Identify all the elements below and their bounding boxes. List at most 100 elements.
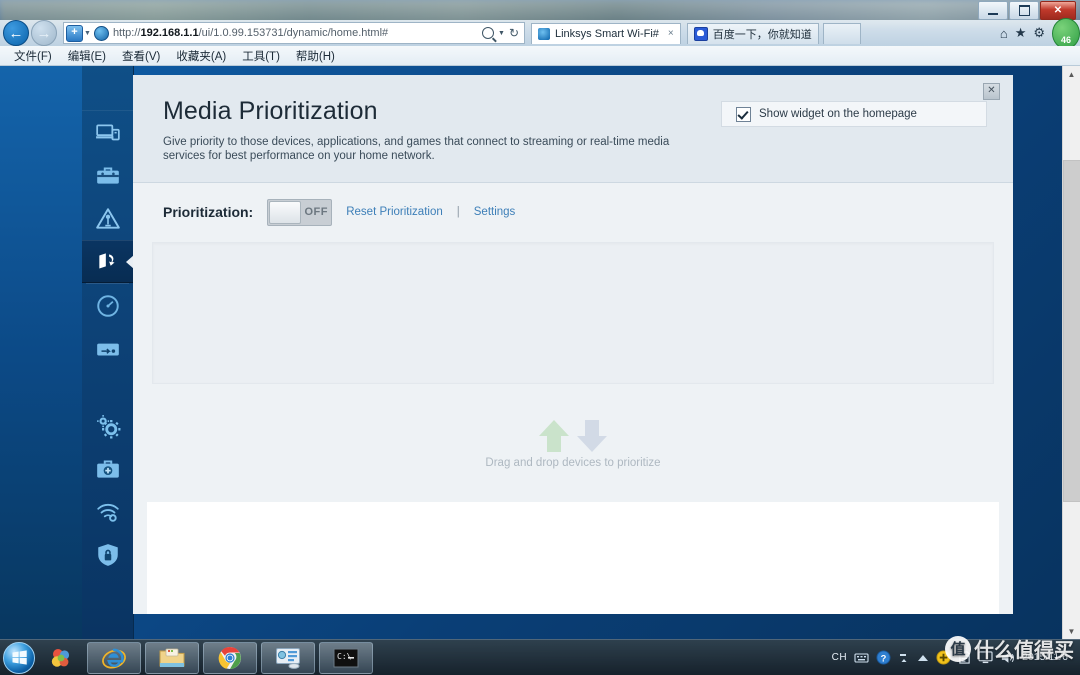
volume-icon[interactable]	[1000, 651, 1015, 665]
back-icon[interactable]: ←	[3, 20, 29, 46]
svg-text:?: ?	[881, 653, 887, 663]
reset-prioritization-link[interactable]: Reset Prioritization	[346, 206, 443, 218]
page-description: Give priority to those devices, applicat…	[163, 136, 670, 163]
new-tab-button[interactable]	[822, 22, 861, 44]
address-host: 192.168.1.1	[140, 27, 199, 39]
menu-tools[interactable]: 工具(T)	[242, 48, 280, 64]
linksys-favicon	[538, 27, 550, 40]
browser-toolbar-icons: ⌂ ★ ⚙ 46	[1000, 17, 1080, 49]
ime-indicator[interactable]: CH	[832, 652, 847, 663]
arrow-up-icon	[539, 419, 569, 452]
speedometer-icon	[96, 294, 119, 317]
sidebar-item-troubleshooting[interactable]	[82, 447, 133, 490]
menu-help[interactable]: 帮助(H)	[296, 48, 335, 64]
taskbar-item-internet-explorer[interactable]	[87, 641, 141, 674]
start-button[interactable]	[3, 641, 35, 674]
show-widget-checkbox[interactable]	[736, 106, 751, 122]
taskbar-clock[interactable]: 2015/11/6	[1022, 651, 1072, 664]
sidebar-item-speed-test[interactable]	[82, 284, 133, 327]
screen: ✕ ← → + ▼ http://192.168.1.1/ui/1.0.99.1…	[0, 0, 1080, 675]
address-path: /ui/1.0.99.153731/dynamic/home.html#	[198, 27, 389, 39]
browser-titlebar[interactable]: ✕	[0, 0, 1080, 20]
update-icon[interactable]	[936, 650, 951, 665]
refresh-icon[interactable]: ↻	[509, 26, 519, 40]
taskbar-item-control-panel[interactable]	[261, 641, 315, 674]
prioritization-toggle[interactable]: OFF	[267, 198, 333, 226]
network-icon[interactable]	[917, 653, 929, 663]
chevron-down-icon[interactable]: ▼	[84, 30, 91, 37]
forward-icon[interactable]: →	[31, 20, 57, 46]
tab-label: Linksys Smart Wi-Fi#	[555, 27, 659, 40]
keyboard-layout-icon[interactable]	[854, 652, 869, 664]
page-background	[0, 66, 82, 640]
tools-gear-icon[interactable]: ⚙	[1033, 25, 1045, 41]
baidu-favicon	[693, 26, 708, 41]
addon-badge[interactable]: 46	[1052, 17, 1080, 49]
sidebar-item-media-prioritization[interactable]	[82, 240, 134, 283]
close-icon[interactable]: ×	[668, 28, 674, 39]
settings-link[interactable]: Settings	[474, 206, 516, 218]
warning-triangle-icon	[95, 207, 120, 229]
sidebar-item-security[interactable]	[82, 533, 133, 576]
help-icon[interactable]: ?	[876, 650, 891, 665]
priority-dropzone[interactable]	[152, 241, 994, 384]
app-sidebar	[82, 66, 134, 640]
folder-icon	[159, 648, 185, 667]
link-separator: |	[456, 206, 460, 219]
sidebar-item-connectivity[interactable]	[82, 404, 133, 447]
svg-text:C:\: C:\	[337, 652, 352, 661]
command-prompt-icon: C:\	[333, 648, 359, 667]
tab-baidu[interactable]: 百度一下，你就知道	[686, 22, 819, 44]
address-scheme: http://	[112, 27, 141, 39]
arrow-down-icon	[577, 419, 607, 452]
gears-icon	[96, 414, 120, 438]
colorful-circles-icon	[51, 648, 70, 667]
address-input[interactable]: http://192.168.1.1/ui/1.0.99.153731/dyna…	[113, 27, 477, 39]
favorites-star-icon[interactable]: ★	[1015, 25, 1027, 41]
page-scrollbar[interactable]: ▲ ▼	[1062, 66, 1080, 640]
chevron-down-icon[interactable]: ▼	[498, 30, 505, 37]
sidebar-item-device-list[interactable]	[82, 111, 133, 154]
compatibility-view-icon[interactable]: +	[66, 24, 83, 42]
sidebar-item-wireless[interactable]	[82, 490, 133, 533]
close-icon[interactable]: ✕	[983, 83, 1000, 100]
show-hidden-icons-icon[interactable]	[898, 651, 910, 665]
menu-favorites[interactable]: 收藏夹(A)	[176, 48, 226, 64]
scrollbar-thumb[interactable]	[1063, 160, 1080, 502]
sidebar-item-external-storage[interactable]	[82, 327, 133, 370]
action-center-icon[interactable]	[958, 650, 971, 665]
sidebar-item-parental-controls[interactable]	[82, 154, 133, 197]
browser-menubar: 文件(F) 编辑(E) 查看(V) 收藏夹(A) 工具(T) 帮助(H)	[0, 46, 1080, 66]
address-bar-actions: ▼ ↻	[477, 26, 524, 40]
menu-edit[interactable]: 编辑(E)	[68, 48, 106, 64]
tab-linksys[interactable]: Linksys Smart Wi-Fi# ×	[531, 22, 681, 44]
menu-view[interactable]: 查看(V)	[122, 48, 160, 64]
address-bar[interactable]: + ▼ http://192.168.1.1/ui/1.0.99.153731/…	[63, 22, 525, 44]
display-icon[interactable]	[978, 651, 993, 664]
taskbar-item-command-prompt[interactable]: C:\	[319, 641, 373, 674]
sidebar-item-guest-access[interactable]	[82, 197, 133, 240]
scroll-up-button[interactable]: ▲	[1063, 66, 1080, 83]
show-widget-label: Show widget on the homepage	[759, 108, 917, 120]
page-viewport: ✕ Media Prioritization Give priority to …	[0, 66, 1063, 640]
taskbar-item-file-explorer[interactable]	[145, 641, 199, 674]
taskbar-item-chrome[interactable]	[203, 641, 257, 674]
prioritization-label: Prioritization:	[163, 204, 254, 221]
devices-panel	[147, 501, 999, 614]
browser-window: ✕ ← → + ▼ http://192.168.1.1/ui/1.0.99.1…	[0, 0, 1080, 640]
scroll-down-button[interactable]: ▼	[1063, 623, 1080, 640]
toolbox-icon	[96, 166, 119, 184]
home-icon[interactable]: ⌂	[1000, 26, 1008, 41]
control-panel-icon	[276, 647, 300, 669]
toggle-knob[interactable]	[269, 200, 302, 224]
menu-file[interactable]: 文件(F)	[14, 48, 52, 64]
windows-logo-icon	[11, 650, 27, 665]
sidebar-top-spacer	[82, 66, 133, 111]
internet-explorer-icon	[102, 648, 126, 669]
search-icon[interactable]	[482, 27, 494, 39]
tab-label: 百度一下，你就知道	[712, 28, 812, 41]
drag-drop-arrows	[537, 417, 609, 455]
show-widget-checkbox-row[interactable]: Show widget on the homepage	[721, 101, 987, 127]
taskbar-item-media-player[interactable]	[39, 643, 83, 673]
